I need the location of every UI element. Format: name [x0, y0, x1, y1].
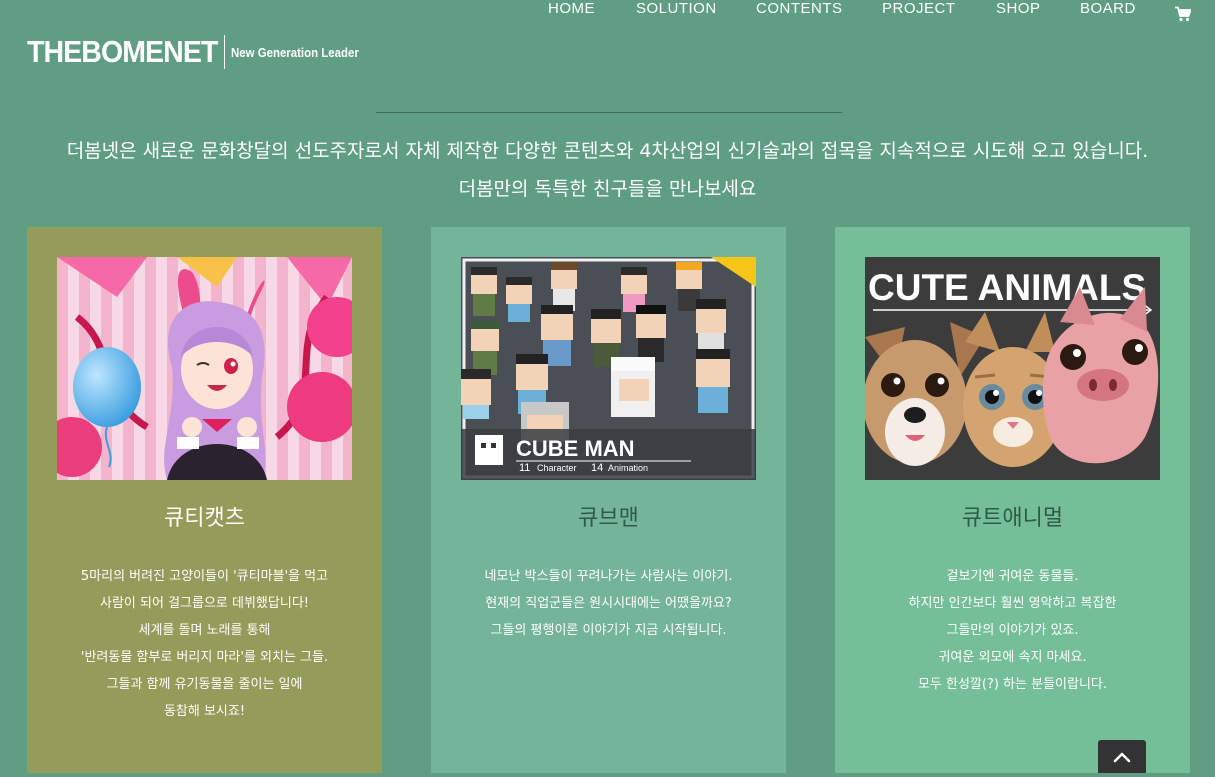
card-desc-line: 세계를 돌며 노래를 통해 — [138, 623, 271, 638]
nav-home[interactable]: HOME — [548, 0, 595, 17]
card-desc-line: 겉보기엔 귀여운 동물들. — [946, 569, 1079, 584]
nav-solution[interactable]: SOLUTION — [636, 0, 717, 17]
card-desc-line: 동참해 보시죠! — [163, 704, 246, 719]
card-desc-line: 현재의 직업군들은 원시시대에는 어땠을까요? — [485, 596, 732, 611]
card-description: 겉보기엔 귀여운 동물들. 하지만 인간보다 훨씬 영악하고 복잡한 그들만의 … — [835, 563, 1190, 698]
card-desc-line: '반려동물 함부로 버리지 마라'를 외치는 그들. — [80, 650, 329, 665]
nav-contents[interactable]: CONTENTS — [756, 0, 843, 17]
card-cuticats[interactable]: 큐티캣츠 5마리의 버려진 고양이들이 '큐티마블'을 먹고 사람이 되어 걸그… — [27, 227, 382, 773]
nav-shop[interactable]: SHOP — [996, 0, 1041, 17]
card-desc-line: 그들만의 이야기가 있죠. — [946, 623, 1079, 638]
card-description: 5마리의 버려진 고양이들이 '큐티마블'을 먹고 사람이 되어 걸그룹으로 데… — [27, 563, 382, 725]
logo-tagline: New Generation Leader — [231, 44, 359, 60]
cubeman-stat1-num: 11 — [519, 462, 530, 474]
intro-line-1: 더봄넷은 새로운 문화창달의 선도주자로서 자체 제작한 다양한 콘텐츠와 4차… — [66, 140, 1149, 162]
nav-board[interactable]: BOARD — [1080, 0, 1136, 17]
site-logo[interactable]: THEBOMENET New Generation Leader — [27, 34, 376, 70]
chevron-up-icon — [1113, 752, 1131, 763]
cuticats-image[interactable] — [57, 257, 352, 480]
cubeman-stat2-num: 14 — [591, 462, 603, 474]
shopping-cart-icon[interactable] — [1175, 6, 1192, 22]
logo-separator — [224, 35, 225, 69]
card-title: 큐트애니멀 — [961, 506, 1064, 531]
card-desc-line: 네모난 박스들이 꾸려나가는 사람사는 이야기. — [484, 569, 733, 584]
card-description: 네모난 박스들이 꾸려나가는 사람사는 이야기. 현재의 직업군들은 원시시대에… — [431, 563, 786, 644]
cubeman-image[interactable]: CUBE MAN 11 Character 14 Animation — [461, 257, 756, 480]
cute-animals-image-title: CUTE ANIMALS — [868, 267, 1146, 308]
card-title: 큐브맨 — [578, 506, 639, 531]
cubeman-stat1-label: Character — [537, 463, 577, 473]
site-header: THEBOMENET New Generation Leader HOME SO… — [0, 0, 1215, 113]
card-desc-line: 5마리의 버려진 고양이들이 '큐티마블'을 먹고 — [80, 569, 329, 584]
card-cute-animals[interactable]: CUTE ANIMALS 큐트애니멀 겉보기엔 귀여운 동물들. 하지만 인간보… — [835, 227, 1190, 773]
cubeman-logo-icon — [475, 435, 503, 465]
cute-animals-image[interactable]: CUTE ANIMALS — [865, 257, 1160, 480]
card-desc-line: 귀여운 외모에 속지 마세요. — [938, 650, 1087, 665]
cubeman-image-title: CUBE MAN — [516, 436, 635, 461]
card-desc-line: 사람이 되어 걸그룹으로 데뷔했답니다! — [100, 596, 309, 611]
card-desc-line: 그들의 평행이론 이야기가 지금 시작됩니다. — [490, 623, 727, 638]
card-cubeman[interactable]: CUBE MAN 11 Character 14 Animation 큐브맨 네… — [431, 227, 786, 773]
card-desc-line: 그들과 함께 유기동물을 줄이는 일에 — [106, 677, 303, 692]
intro-line-2: 더봄만의 독특한 친구들을 만나보세요 — [458, 178, 757, 200]
cubeman-stat2-label: Animation — [608, 463, 648, 473]
card-title: 큐티캣츠 — [164, 506, 245, 531]
nav-project[interactable]: PROJECT — [882, 0, 956, 17]
card-desc-line: 하지만 인간보다 훨씬 영악하고 복잡한 — [908, 596, 1117, 611]
card-desc-line: 모두 한성깔(?) 하는 분들이랍니다. — [917, 677, 1108, 692]
header-divider — [376, 112, 842, 113]
scroll-to-top-button[interactable] — [1098, 740, 1146, 773]
logo-wordmark: THEBOMENET — [27, 34, 218, 69]
